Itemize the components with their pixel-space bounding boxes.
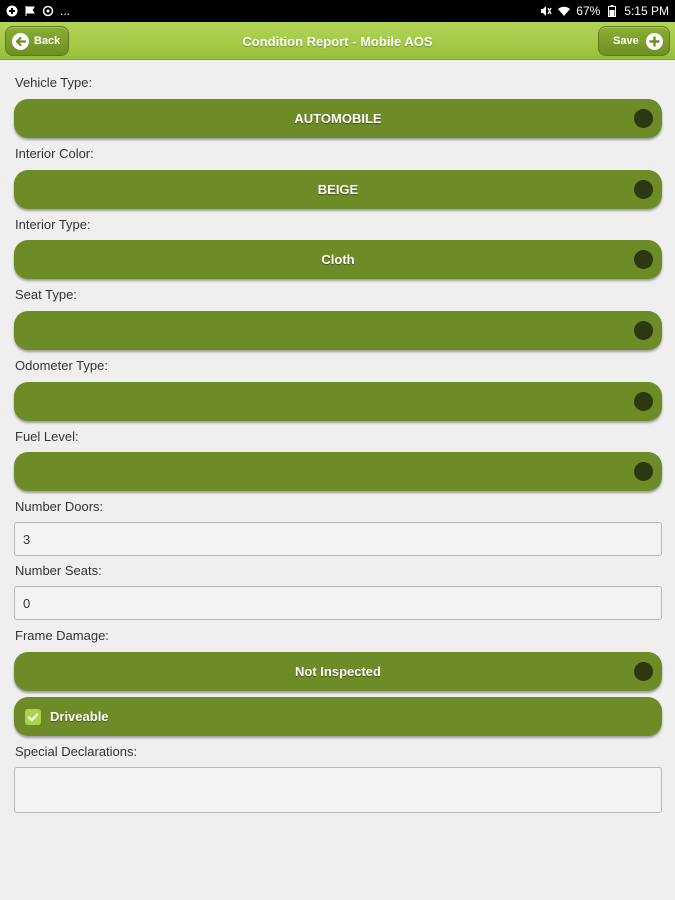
page-title: Condition Report - Mobile AOS xyxy=(242,33,433,49)
select-indicator-icon xyxy=(634,109,653,128)
number-seats-label: Number Seats: xyxy=(15,563,102,578)
flag-icon xyxy=(24,5,36,17)
battery-icon xyxy=(606,5,618,17)
interior-color-value: BEIGE xyxy=(317,182,359,197)
vehicle-type-value: AUTOMOBILE xyxy=(294,111,382,126)
fuel-level-select[interactable] xyxy=(14,452,662,491)
status-time: 5:15 PM xyxy=(624,4,669,18)
odometer-type-select[interactable] xyxy=(14,382,662,421)
header-bar: Condition Report - Mobile AOS Back Save xyxy=(0,22,675,60)
fuel-level-label: Fuel Level: xyxy=(15,429,79,444)
interior-type-value: Cloth xyxy=(321,252,355,267)
select-indicator-icon xyxy=(634,180,653,199)
interior-type-select[interactable]: Cloth xyxy=(14,240,662,279)
checkmark-icon[interactable] xyxy=(25,708,41,725)
vehicle-type-select[interactable]: AUTOMOBILE xyxy=(14,99,662,138)
status-bar: ... 67% 5:15 PM xyxy=(0,0,675,22)
special-declarations-label: Special Declarations: xyxy=(15,744,138,759)
select-indicator-icon xyxy=(634,392,653,411)
frame-damage-select[interactable]: Not Inspected xyxy=(14,652,662,691)
status-right: 67% 5:15 PM xyxy=(540,4,669,18)
back-button[interactable]: Back xyxy=(5,26,69,56)
number-doors-label: Number Doors: xyxy=(15,499,104,514)
select-indicator-icon xyxy=(634,462,653,481)
save-button-label: Save xyxy=(613,35,639,47)
battery-percent: 67% xyxy=(576,4,601,18)
interior-color-select[interactable]: BEIGE xyxy=(14,170,662,209)
back-button-label: Back xyxy=(34,35,61,47)
plus-icon xyxy=(646,32,663,50)
special-declarations-input[interactable] xyxy=(14,767,662,813)
interior-color-label: Interior Color: xyxy=(15,146,94,161)
frame-damage-value: Not Inspected xyxy=(295,664,381,679)
odometer-type-label: Odometer Type: xyxy=(15,358,108,373)
seat-type-label: Seat Type: xyxy=(15,287,77,302)
wifi-icon xyxy=(558,5,571,17)
interior-type-label: Interior Type: xyxy=(15,217,91,232)
driveable-checkbox-row[interactable]: Driveable xyxy=(14,697,662,736)
select-indicator-icon xyxy=(634,321,653,340)
status-left: ... xyxy=(6,4,70,18)
mute-icon xyxy=(540,5,552,17)
vehicle-type-label: Vehicle Type: xyxy=(15,75,93,90)
frame-damage-label: Frame Damage: xyxy=(15,628,109,643)
number-seats-input[interactable] xyxy=(14,586,662,620)
back-arrow-icon xyxy=(12,32,29,50)
save-button[interactable]: Save xyxy=(598,26,670,56)
number-doors-input[interactable] xyxy=(14,522,662,556)
more-notifications-indicator: ... xyxy=(60,4,71,18)
seat-type-select[interactable] xyxy=(14,311,662,350)
settings-notification-icon xyxy=(42,5,54,17)
driveable-label: Driveable xyxy=(50,709,109,724)
select-indicator-icon xyxy=(634,662,653,681)
app-notification-icon xyxy=(6,5,18,17)
select-indicator-icon xyxy=(634,250,653,269)
